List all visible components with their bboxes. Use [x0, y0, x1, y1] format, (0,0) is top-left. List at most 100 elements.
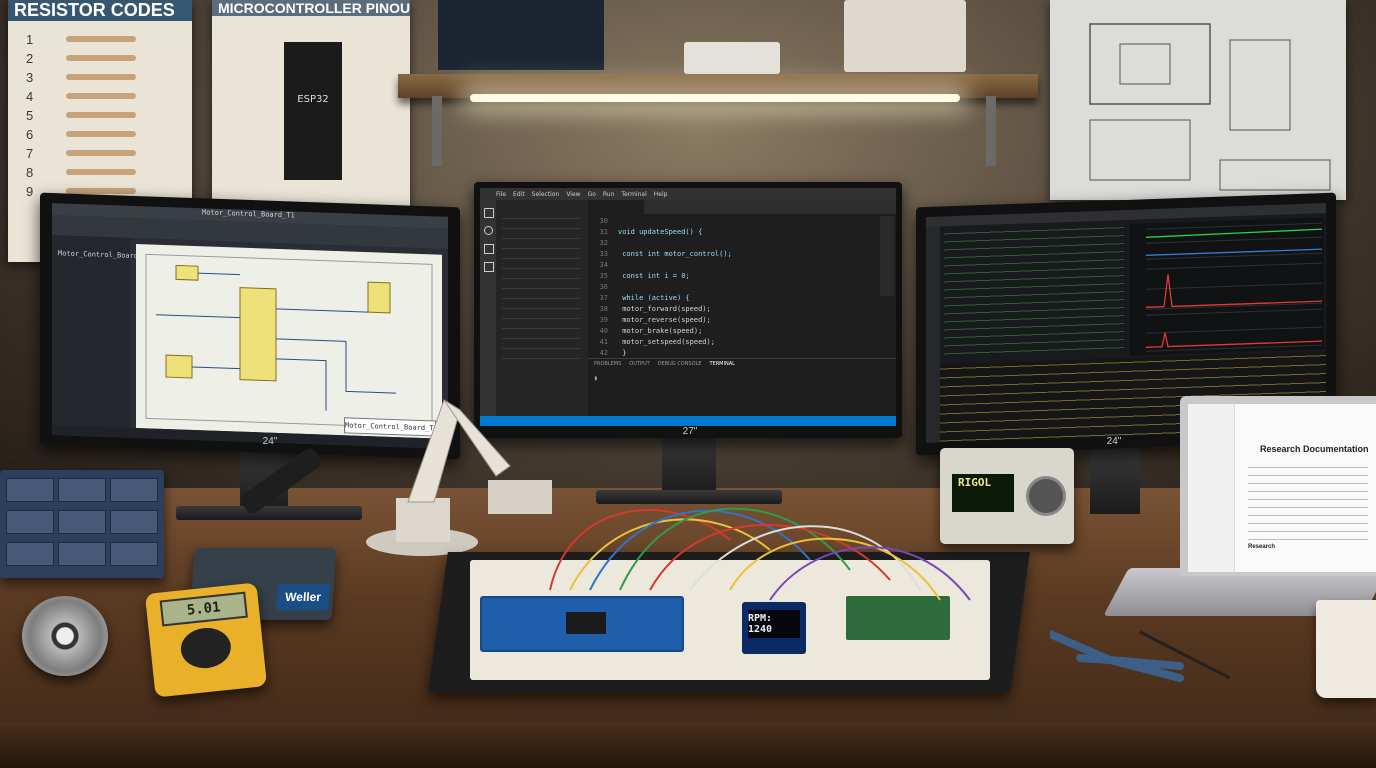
- cabinet-drawer: [58, 542, 106, 566]
- resistor-row-number: 3: [26, 70, 34, 85]
- code-line[interactable]: 39 motor_reverse(speed);: [590, 315, 876, 326]
- menu-item-view[interactable]: View: [566, 191, 580, 198]
- resistor-graphic: [66, 74, 136, 80]
- center-monitor-size-label: 27": [682, 426, 698, 437]
- terminal-prompt[interactable]: ▮: [594, 375, 598, 382]
- pcb-drawing: [1089, 23, 1331, 191]
- editor-tab-active[interactable]: [588, 200, 644, 214]
- code-text: }: [618, 349, 627, 357]
- resistor-row: 3: [26, 70, 166, 85]
- resistor-row-number: 1: [26, 32, 34, 47]
- cabinet-drawer: [110, 510, 158, 534]
- resistor-row-number: 2: [26, 51, 34, 66]
- menu-item-terminal[interactable]: Terminal: [621, 191, 646, 198]
- terminal-tab-debug-console[interactable]: DEBUG CONSOLE: [658, 361, 702, 367]
- menu-item-file[interactable]: File: [496, 191, 506, 198]
- code-line[interactable]: 40 motor_brake(speed);: [590, 326, 876, 337]
- resistor-row-number: 8: [26, 165, 34, 180]
- menu-item-edit[interactable]: Edit: [513, 191, 525, 198]
- cabinet-drawer: [6, 478, 54, 502]
- cabinet-drawer: [6, 542, 54, 566]
- parts-cabinet: [0, 470, 164, 578]
- code-line[interactable]: 30: [590, 216, 876, 227]
- resistor-row-number: 7: [26, 146, 34, 161]
- left-monitor-base: [176, 506, 362, 520]
- cabinet-drawer: [110, 478, 158, 502]
- resistor-graphic: [66, 93, 136, 99]
- resistor-row: 7: [26, 146, 166, 161]
- serial-activity-bar[interactable]: [926, 226, 940, 443]
- code-line[interactable]: 34: [590, 260, 876, 271]
- resistor-row: 8: [26, 165, 166, 180]
- editor-minimap[interactable]: [880, 216, 894, 296]
- extensions-icon[interactable]: [484, 262, 494, 272]
- terminal-tabs[interactable]: PROBLEMS OUTPUT DEBUG CONSOLE TERMINAL: [594, 361, 743, 367]
- code-text: motor_brake(speed);: [618, 327, 703, 335]
- code-line[interactable]: 38 motor_forward(speed);: [590, 304, 876, 315]
- resistor-row-number: 4: [26, 89, 34, 104]
- code-text: motor_reverse(speed);: [618, 316, 711, 324]
- vscode-menu: File Edit Selection View Go Run Terminal Help: [496, 191, 674, 198]
- source-control-icon[interactable]: [484, 244, 494, 254]
- line-number: 38: [599, 305, 608, 313]
- terminal-panel[interactable]: PROBLEMS OUTPUT DEBUG CONSOLE TERMINAL ▮: [588, 358, 896, 417]
- vscode-menubar: File Edit Selection View Go Run Terminal Help: [480, 188, 896, 200]
- esp32-chip-label: ESP32: [297, 94, 329, 105]
- cabinet-drawer: [110, 542, 158, 566]
- menu-item-go[interactable]: Go: [588, 191, 596, 198]
- telemetry-plot-graphs: [1145, 222, 1323, 352]
- jumper-wires: [549, 507, 971, 601]
- terminal-tab-output[interactable]: OUTPUT: [629, 361, 649, 367]
- code-line[interactable]: 36: [590, 282, 876, 293]
- function-generator: RIGOL: [940, 448, 1074, 544]
- explorer-file-list[interactable]: [502, 212, 580, 362]
- menu-item-help[interactable]: Help: [654, 191, 668, 198]
- plot-line-green: [1145, 228, 1323, 238]
- code-text: const int motor_control();: [618, 250, 732, 258]
- line-number: 37: [599, 294, 608, 302]
- line-number: 31: [599, 228, 608, 236]
- led-light-bar: [470, 94, 960, 102]
- shelf-instrument: [684, 42, 780, 74]
- resistor-graphic: [66, 131, 136, 137]
- code-line[interactable]: 37 while (active) {: [590, 293, 876, 304]
- cabinet-drawer: [6, 510, 54, 534]
- document-body: [1248, 462, 1368, 542]
- code-line[interactable]: 32: [590, 238, 876, 249]
- cabinet-drawer: [58, 478, 106, 502]
- menu-item-selection[interactable]: Selection: [532, 191, 560, 198]
- coffee-mug: [1316, 600, 1376, 698]
- terminal-tab-problems[interactable]: PROBLEMS: [594, 361, 621, 367]
- vscode-editor-tabs[interactable]: [588, 200, 896, 214]
- resistor-graphic: [66, 169, 136, 175]
- pcb-schematic-poster: [1050, 0, 1346, 200]
- menu-item-run[interactable]: Run: [603, 191, 615, 198]
- desk-edge: [0, 722, 1376, 768]
- terminal-tab-terminal[interactable]: TERMINAL: [709, 361, 734, 367]
- line-number: 33: [599, 250, 608, 258]
- line-number: 41: [599, 338, 608, 346]
- multimeter-display: 5.01: [159, 591, 248, 627]
- left-monitor-size-label: 24": [262, 436, 278, 447]
- explorer-icon[interactable]: [484, 208, 494, 218]
- component-drawers: [438, 0, 604, 70]
- serial-monitor-log[interactable]: [944, 224, 1124, 359]
- code-line[interactable]: 41 motor_setspeed(speed);: [590, 337, 876, 348]
- multimeter: 5.01: [144, 582, 268, 698]
- cad-project-tree[interactable]: Motor_Control_Board_T1: [52, 235, 151, 428]
- code-line[interactable]: 35 const int i = 0;: [590, 271, 876, 282]
- pinout-poster-title: MICROCONTROLLER PINOUTS: [212, 0, 410, 16]
- pliers: [1050, 630, 1230, 682]
- resistor-row-number: 5: [26, 108, 34, 123]
- search-icon[interactable]: [484, 226, 493, 235]
- resistor-graphic: [66, 150, 136, 156]
- code-line[interactable]: 31 void updateSpeed() {: [590, 227, 876, 238]
- code-text: while (active) {: [618, 294, 690, 302]
- code-text: motor_setspeed(speed);: [618, 338, 715, 346]
- function-generator-label: RIGOL: [958, 476, 992, 489]
- weller-label: Weller: [276, 584, 330, 610]
- code-editor[interactable]: 30 31 void updateSpeed() {32 33 const int m…: [590, 216, 876, 401]
- laptop-screen: Research Documentation Research: [1188, 404, 1376, 572]
- document-sidebar[interactable]: [1188, 404, 1235, 572]
- code-line[interactable]: 33 const int motor_control();: [590, 249, 876, 260]
